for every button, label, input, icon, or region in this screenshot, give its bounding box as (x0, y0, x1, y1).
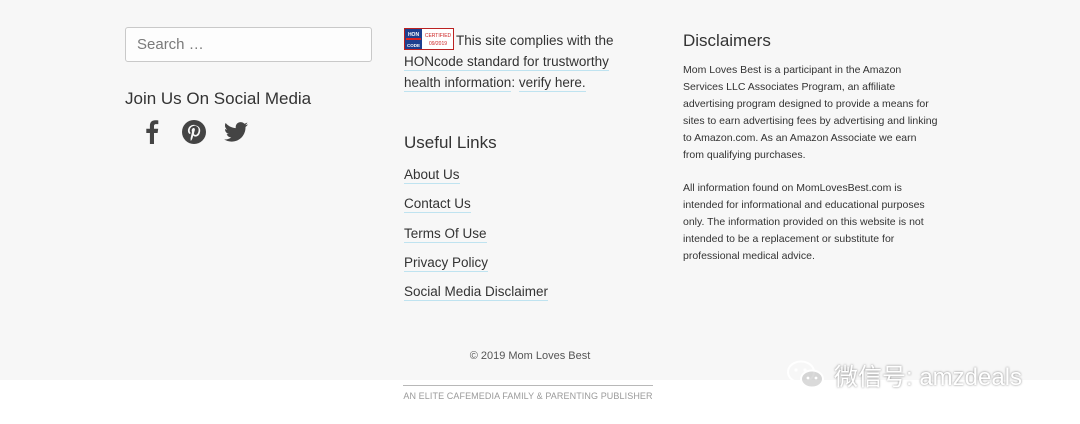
badge-code-label: CODE (407, 43, 420, 48)
useful-links-list: About Us Contact Us Terms Of Use Privacy… (404, 166, 549, 312)
wechat-icon (787, 360, 824, 391)
disclaimers-title: Disclaimers (683, 31, 771, 50)
twitter-icon[interactable] (224, 118, 248, 146)
verify-here-link[interactable]: verify here. (518, 75, 586, 92)
badge-date-label: 09/2019 (429, 41, 447, 47)
useful-links-title: Useful Links (404, 133, 497, 152)
list-item: About Us (404, 166, 548, 195)
social-icons (140, 118, 248, 146)
search-box[interactable] (125, 27, 372, 62)
wechat-watermark: 微信号: amzdeals (786, 357, 1022, 392)
honcode-statement: HON CODE CERTIFIED 09/2019 This site com… (404, 28, 624, 93)
disclaimers-body: Mom Loves Best is a participant in the A… (683, 62, 938, 281)
honcode-badge-icon[interactable]: HON CODE CERTIFIED 09/2019 (404, 28, 454, 50)
list-item: Contact Us (404, 195, 548, 224)
privacy-policy-link[interactable]: Privacy Policy (404, 254, 489, 272)
amazon-disclaimer: Mom Loves Best is a participant in the A… (683, 64, 938, 161)
facebook-icon[interactable] (140, 118, 164, 146)
medical-disclaimer: All information found on MomLovesBest.co… (683, 182, 925, 262)
list-item: Terms Of Use (404, 225, 548, 254)
pinterest-icon[interactable] (182, 118, 206, 146)
social-media-disclaimer-link[interactable]: Social Media Disclaimer (404, 284, 549, 302)
site-footer: Join Us On Social Media HON CODE CERTIFI… (0, 0, 1080, 380)
wechat-watermark-text: 微信号: amzdeals (834, 364, 1023, 391)
list-item: Privacy Policy (404, 254, 548, 283)
terms-of-use-link[interactable]: Terms Of Use (404, 225, 487, 243)
publisher-tagline[interactable]: AN ELITE CAFEMEDIA FAMILY & PARENTING PU… (403, 385, 653, 401)
about-us-link[interactable]: About Us (404, 167, 460, 184)
social-title: Join Us On Social Media (125, 89, 312, 108)
honcode-text-before: This site complies with the (456, 33, 614, 48)
badge-certified-label: CERTIFIED (425, 33, 452, 39)
list-item: Social Media Disclaimer (404, 283, 549, 312)
badge-hon-label: HON (408, 32, 420, 38)
honcode-text-after: : (511, 75, 519, 90)
contact-us-link[interactable]: Contact Us (404, 196, 471, 214)
search-input[interactable] (126, 28, 371, 61)
